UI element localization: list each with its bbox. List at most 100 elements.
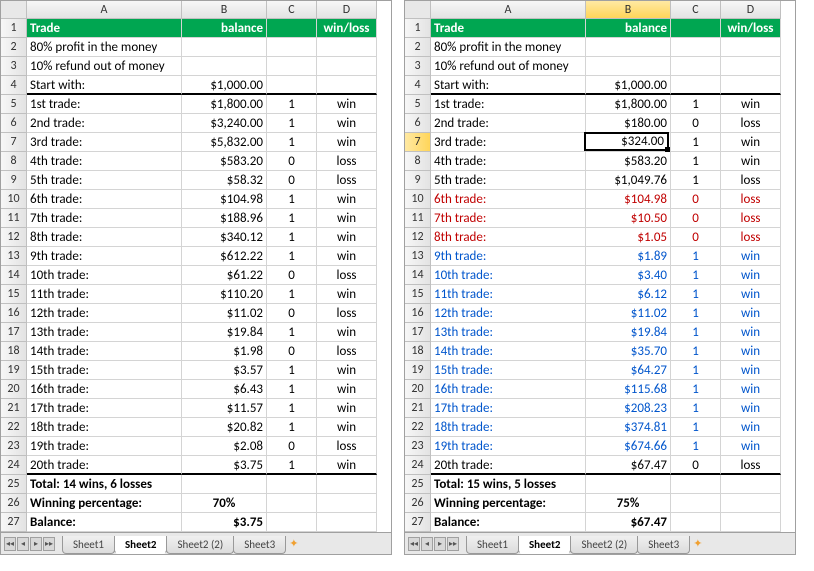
cell[interactable]: 6th trade: [27,190,182,209]
cell[interactable]: 5th trade: [431,171,586,190]
cell[interactable]: win [317,133,377,152]
cell[interactable]: 17th trade: [27,399,182,418]
cell[interactable]: 1 [671,323,721,342]
cell[interactable]: win [317,247,377,266]
row-header[interactable]: 18 [1,342,27,361]
row-header[interactable]: 19 [1,361,27,380]
nav-first-icon[interactable]: ◂◂ [4,537,16,551]
cell[interactable]: win [721,266,781,285]
cell[interactable]: 2nd trade: [431,114,586,133]
cell[interactable] [317,494,377,513]
cell[interactable]: 18th trade: [431,418,586,437]
nav-first-icon[interactable]: ◂◂ [408,537,420,551]
cell[interactable]: 1 [671,133,721,152]
cell[interactable]: 1 [671,361,721,380]
row-header[interactable]: 3 [1,57,27,76]
col-header-c[interactable]: C [267,1,317,19]
sheet-tab[interactable]: Sheet2 [518,536,572,554]
cell[interactable]: $324.00 [586,133,671,152]
cell[interactable]: $11.57 [182,399,267,418]
cell[interactable] [267,57,317,76]
cell[interactable]: $64.27 [586,361,671,380]
cell[interactable]: 1 [671,418,721,437]
row-header[interactable]: 26 [405,494,431,513]
cell[interactable] [267,38,317,57]
cell[interactable]: 13th trade: [431,323,586,342]
cell[interactable]: win [721,247,781,266]
cell[interactable]: $11.02 [586,304,671,323]
cell[interactable] [182,57,267,76]
sheet-tab[interactable]: Sheet2 [114,536,168,554]
row-header[interactable]: 3 [405,57,431,76]
cell[interactable]: 14th trade: [431,342,586,361]
cell[interactable]: $110.20 [182,285,267,304]
cell[interactable]: 13th trade: [27,323,182,342]
cell[interactable]: 3rd trade: [431,133,586,152]
cell[interactable]: 1 [267,247,317,266]
cell[interactable] [586,38,671,57]
row-header[interactable]: 12 [1,228,27,247]
cell[interactable]: $3.75 [182,513,267,532]
cell[interactable]: 1 [267,190,317,209]
cell[interactable] [317,513,377,532]
cell[interactable]: 18th trade: [27,418,182,437]
row-header[interactable]: 18 [405,342,431,361]
cell[interactable]: win [317,456,377,475]
row-header[interactable]: 8 [405,152,431,171]
row-header[interactable]: 7 [405,133,431,152]
cell[interactable]: $583.20 [182,152,267,171]
row-header[interactable]: 25 [1,475,27,494]
cell[interactable]: win [721,399,781,418]
cell[interactable] [317,57,377,76]
cell[interactable]: 1 [671,266,721,285]
cell[interactable]: loss [317,342,377,361]
cell[interactable]: 1 [671,285,721,304]
cell[interactable]: 3rd trade: [27,133,182,152]
cell[interactable] [721,38,781,57]
cell[interactable]: win [721,152,781,171]
cell[interactable]: win [317,95,377,114]
cell[interactable]: 2nd trade: [27,114,182,133]
row-header[interactable]: 24 [405,456,431,475]
row-header[interactable]: 9 [405,171,431,190]
cell[interactable]: 7th trade: [431,209,586,228]
cell[interactable]: 1 [671,304,721,323]
cell[interactable]: win [721,133,781,152]
row-header[interactable]: 25 [405,475,431,494]
cell[interactable]: 1 [267,323,317,342]
cell[interactable]: 0 [267,152,317,171]
col-header-b[interactable]: B [182,1,267,19]
cell[interactable] [721,57,781,76]
sheet-tab[interactable]: Sheet2 (2) [570,536,638,554]
cells-area[interactable]: $324.00 Tradebalancewin/loss80% profit i… [431,19,781,532]
cell[interactable]: 80% profit in the money [27,38,182,57]
cell[interactable] [671,57,721,76]
cell[interactable]: 15th trade: [27,361,182,380]
cell[interactable] [317,38,377,57]
cell[interactable]: 1 [267,456,317,475]
cell[interactable]: 80% profit in the money [431,38,586,57]
cell[interactable]: 10th trade: [431,266,586,285]
cell[interactable]: $1.89 [586,247,671,266]
cell[interactable]: 20th trade: [27,456,182,475]
cell[interactable]: Start with: [27,76,182,95]
cell[interactable]: 12th trade: [431,304,586,323]
cell[interactable]: $374.81 [586,418,671,437]
row-header[interactable]: 12 [405,228,431,247]
cell[interactable]: 16th trade: [27,380,182,399]
cell[interactable]: 1 [267,399,317,418]
cell[interactable] [267,494,317,513]
cell[interactable]: 16th trade: [431,380,586,399]
cell[interactable]: 1 [671,399,721,418]
cell[interactable]: 70% [182,494,267,513]
cell[interactable]: loss [317,266,377,285]
cell[interactable] [671,513,721,532]
row-header[interactable]: 1 [405,19,431,38]
cell[interactable]: 8th trade: [27,228,182,247]
cell[interactable]: 10% refund out of money [431,57,586,76]
row-header[interactable]: 15 [405,285,431,304]
cell[interactable]: 1st trade: [431,95,586,114]
row-header[interactable]: 22 [405,418,431,437]
cell[interactable]: Start with: [431,76,586,95]
col-header-a[interactable]: A [431,1,586,19]
